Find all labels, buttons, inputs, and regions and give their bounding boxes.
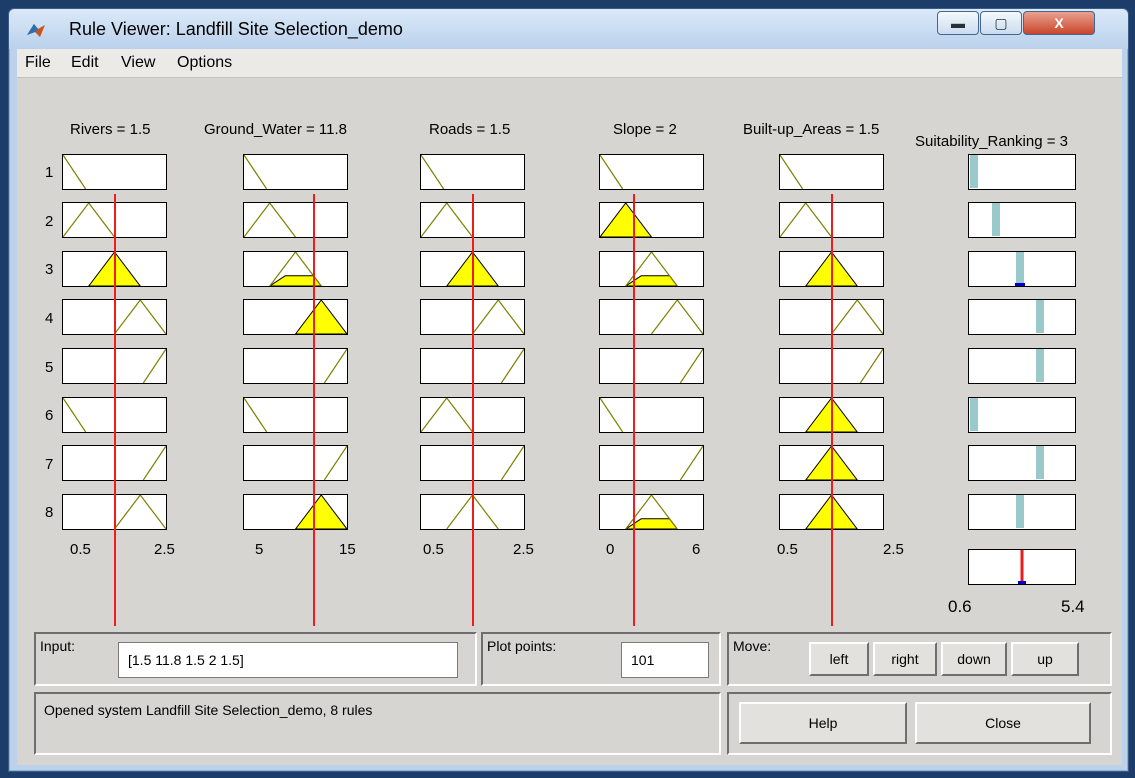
mf-plot	[62, 154, 167, 190]
title-bar[interactable]: Rule Viewer: Landfill Site Selection_dem…	[9, 9, 1128, 49]
rule-number: 1	[45, 164, 54, 181]
ground-water-max-tick: 15	[339, 541, 356, 558]
input-field[interactable]: [1.5 11.8 1.5 2 1.5]	[118, 642, 458, 678]
rivers-label: Rivers = 1.5	[70, 121, 151, 138]
menu-bar: File Edit View Options	[17, 49, 1122, 78]
built-up-max-tick: 2.5	[883, 541, 904, 558]
mf-plot	[599, 348, 704, 384]
mf-plot	[243, 397, 348, 433]
move-panel: Move: left right down up	[727, 632, 1112, 686]
rule-number: 5	[45, 359, 54, 376]
matlab-logo-icon	[27, 24, 45, 37]
plot-points-panel: Plot points: 101	[481, 632, 721, 686]
output-mf-plot	[968, 154, 1076, 190]
output-max-tick: 5.4	[1061, 597, 1085, 616]
mf-plot	[599, 494, 704, 530]
close-button[interactable]: Close	[915, 702, 1091, 744]
move-down-button[interactable]: down	[941, 642, 1007, 676]
slope-label: Slope = 2	[613, 121, 677, 138]
mf-plot	[243, 154, 348, 190]
menu-view[interactable]: View	[121, 54, 155, 72]
rule-viewer-window: Rule Viewer: Landfill Site Selection_dem…	[8, 8, 1129, 772]
suitability-ranking-label: Suitability_Ranking = 3	[915, 133, 1069, 150]
roads-label: Roads = 1.5	[429, 121, 511, 138]
output-mf-plot	[968, 445, 1076, 481]
output-mf-plot	[968, 348, 1076, 384]
built-up-min-tick: 0.5	[777, 541, 798, 558]
help-button[interactable]: Help	[739, 702, 907, 744]
rule-number: 6	[45, 407, 54, 424]
mf-plot	[243, 445, 348, 481]
menu-options[interactable]: Options	[177, 54, 232, 72]
output-mf-plot	[968, 299, 1076, 335]
slope-max-tick: 6	[692, 541, 701, 558]
ground-water-label: Ground_Water = 11.8	[204, 121, 347, 138]
ground-water-min-tick: 5	[255, 541, 264, 558]
input-value-line[interactable]	[471, 194, 474, 626]
rivers-min-tick: 0.5	[70, 541, 91, 558]
rule-number: 3	[45, 261, 54, 278]
output-mf-plot	[968, 494, 1076, 530]
rule-number: 8	[45, 504, 54, 521]
close-window-button[interactable]: X	[1023, 11, 1095, 35]
rivers-max-tick: 2.5	[154, 541, 175, 558]
help-close-panel: Help Close	[727, 692, 1112, 755]
status-text: Opened system Landfill Site Selection_de…	[44, 702, 373, 718]
minimize-button[interactable]: ▬	[937, 11, 979, 35]
aggregate-output-plot	[968, 549, 1076, 585]
mf-plot	[243, 251, 348, 287]
move-right-button[interactable]: right	[873, 642, 937, 676]
move-label: Move:	[733, 638, 772, 654]
mf-plot	[243, 348, 348, 384]
input-value-line[interactable]	[830, 194, 833, 626]
mf-plot	[599, 202, 704, 238]
mf-plot	[599, 251, 704, 287]
mf-plot	[243, 299, 348, 335]
menu-edit[interactable]: Edit	[71, 54, 99, 72]
menu-file[interactable]: File	[25, 54, 51, 72]
output-mf-plot	[968, 251, 1076, 287]
mf-plot	[599, 299, 704, 335]
rule-number: 2	[45, 213, 54, 230]
mf-plot	[420, 154, 525, 190]
mf-plot	[599, 154, 704, 190]
mf-plot	[779, 154, 884, 190]
output-mf-plot	[968, 202, 1076, 238]
move-left-button[interactable]: left	[809, 642, 869, 676]
roads-max-tick: 2.5	[513, 541, 534, 558]
input-panel: Input: [1.5 11.8 1.5 2 1.5]	[34, 632, 477, 686]
input-value-line[interactable]	[313, 194, 316, 626]
built-up-areas-label: Built-up_Areas = 1.5	[743, 121, 880, 138]
window-title: Rule Viewer: Landfill Site Selection_dem…	[69, 19, 403, 39]
input-label: Input:	[40, 638, 76, 654]
slope-min-tick: 0	[606, 541, 615, 558]
rule-number: 4	[45, 310, 54, 327]
input-value-line[interactable]	[633, 194, 636, 626]
move-up-button[interactable]: up	[1011, 642, 1079, 676]
plot-points-field[interactable]: 101	[621, 642, 709, 678]
client-area: File Edit View Options Rivers = 1.5 Grou…	[17, 49, 1122, 765]
roads-min-tick: 0.5	[423, 541, 444, 558]
mf-plot	[243, 202, 348, 238]
mf-plot	[599, 445, 704, 481]
plot-points-label: Plot points:	[487, 638, 557, 654]
rule-number: 7	[45, 456, 54, 473]
output-min-tick: 0.6	[948, 597, 972, 616]
output-mf-plot	[968, 397, 1076, 433]
maximize-button[interactable]: ▢	[980, 11, 1022, 35]
input-value-line[interactable]	[113, 194, 116, 626]
mf-plot	[243, 494, 348, 530]
mf-plot	[599, 397, 704, 433]
status-panel: Opened system Landfill Site Selection_de…	[34, 692, 721, 755]
